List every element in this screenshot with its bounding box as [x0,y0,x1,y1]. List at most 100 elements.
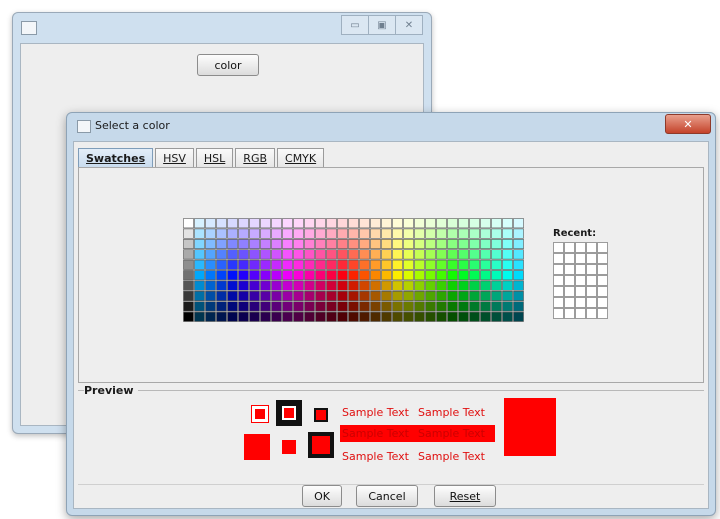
swatch-cell[interactable] [381,301,392,312]
swatch-cell[interactable] [436,291,447,302]
dialog-titlebar[interactable]: Select a color ✕ [67,113,715,139]
swatch-cell[interactable] [260,291,271,302]
swatch-cell[interactable] [227,218,238,229]
swatch-cell[interactable] [491,291,502,302]
swatch-cell[interactable] [282,259,293,270]
swatch-cell[interactable] [370,218,381,229]
recent-swatch-cell[interactable] [564,297,575,308]
swatch-cell[interactable] [227,311,238,322]
swatch-cell[interactable] [216,291,227,302]
swatch-cell[interactable] [458,270,469,281]
swatch-cell[interactable] [227,291,238,302]
swatch-cell[interactable] [381,218,392,229]
swatch-cell[interactable] [414,270,425,281]
swatch-cell[interactable] [271,270,282,281]
swatch-cell[interactable] [315,301,326,312]
tab-cmyk[interactable]: CMYK [277,148,325,167]
tab-swatches[interactable]: Swatches [78,148,154,167]
swatch-cell[interactable] [513,291,524,302]
swatch-cell[interactable] [381,311,392,322]
swatch-cell[interactable] [469,218,480,229]
swatch-cell[interactable] [370,228,381,239]
reset-button[interactable]: Reset [434,485,496,507]
swatch-cell[interactable] [260,311,271,322]
swatch-cell[interactable] [282,270,293,281]
swatch-cell[interactable] [183,301,194,312]
swatch-cell[interactable] [238,228,249,239]
swatch-cell[interactable] [348,259,359,270]
swatch-cell[interactable] [403,280,414,291]
swatch-cell[interactable] [502,280,513,291]
swatch-cell[interactable] [315,280,326,291]
tab-rgb[interactable]: RGB [235,148,276,167]
swatch-cell[interactable] [392,270,403,281]
swatch-cell[interactable] [480,301,491,312]
swatch-cell[interactable] [414,280,425,291]
swatch-cell[interactable] [436,228,447,239]
swatch-cell[interactable] [370,291,381,302]
swatch-cell[interactable] [249,259,260,270]
swatch-cell[interactable] [480,249,491,260]
cancel-button[interactable]: Cancel [356,485,418,507]
ok-button[interactable]: OK [302,485,342,507]
swatch-cell[interactable] [315,291,326,302]
swatch-cell[interactable] [447,259,458,270]
swatch-cell[interactable] [436,238,447,249]
recent-swatch-cell[interactable] [575,253,586,264]
swatch-cell[interactable] [293,270,304,281]
swatch-cell[interactable] [425,280,436,291]
swatch-cell[interactable] [513,301,524,312]
swatch-cell[interactable] [183,311,194,322]
swatch-cell[interactable] [403,218,414,229]
swatch-cell[interactable] [216,280,227,291]
swatch-cell[interactable] [194,238,205,249]
swatch-cell[interactable] [392,228,403,239]
swatch-cell[interactable] [392,291,403,302]
swatch-cell[interactable] [458,249,469,260]
swatch-cell[interactable] [447,311,458,322]
swatch-cell[interactable] [502,291,513,302]
swatch-cell[interactable] [337,301,348,312]
swatch-cell[interactable] [282,238,293,249]
swatch-cell[interactable] [205,280,216,291]
swatch-cell[interactable] [491,218,502,229]
swatch-cell[interactable] [205,311,216,322]
swatch-cell[interactable] [425,249,436,260]
swatch-cell[interactable] [326,218,337,229]
swatch-cell[interactable] [315,270,326,281]
swatch-cell[interactable] [238,280,249,291]
swatch-cell[interactable] [326,270,337,281]
swatch-cell[interactable] [359,238,370,249]
swatch-cell[interactable] [359,249,370,260]
swatch-cell[interactable] [227,280,238,291]
swatch-cell[interactable] [513,228,524,239]
swatch-cell[interactable] [458,228,469,239]
swatch-cell[interactable] [425,218,436,229]
swatch-cell[interactable] [315,238,326,249]
swatch-cell[interactable] [337,259,348,270]
swatch-cell[interactable] [249,291,260,302]
swatch-cell[interactable] [326,291,337,302]
swatch-cell[interactable] [238,249,249,260]
swatch-cell[interactable] [326,238,337,249]
recent-swatch-cell[interactable] [586,286,597,297]
swatch-cell[interactable] [414,311,425,322]
swatch-cell[interactable] [194,301,205,312]
swatch-cell[interactable] [216,249,227,260]
swatch-cell[interactable] [480,280,491,291]
swatch-cell[interactable] [458,238,469,249]
swatch-cell[interactable] [348,218,359,229]
recent-swatch-cell[interactable] [597,308,608,319]
swatch-cell[interactable] [513,259,524,270]
swatch-cell[interactable] [337,249,348,260]
swatch-cell[interactable] [414,301,425,312]
swatch-cell[interactable] [436,280,447,291]
swatch-cell[interactable] [304,301,315,312]
swatch-cell[interactable] [293,280,304,291]
tab-hsl[interactable]: HSL [195,148,234,167]
swatch-cell[interactable] [238,259,249,270]
swatch-cell[interactable] [381,291,392,302]
recent-swatch-cell[interactable] [564,253,575,264]
swatch-cell[interactable] [293,249,304,260]
recent-swatch-cell[interactable] [564,264,575,275]
